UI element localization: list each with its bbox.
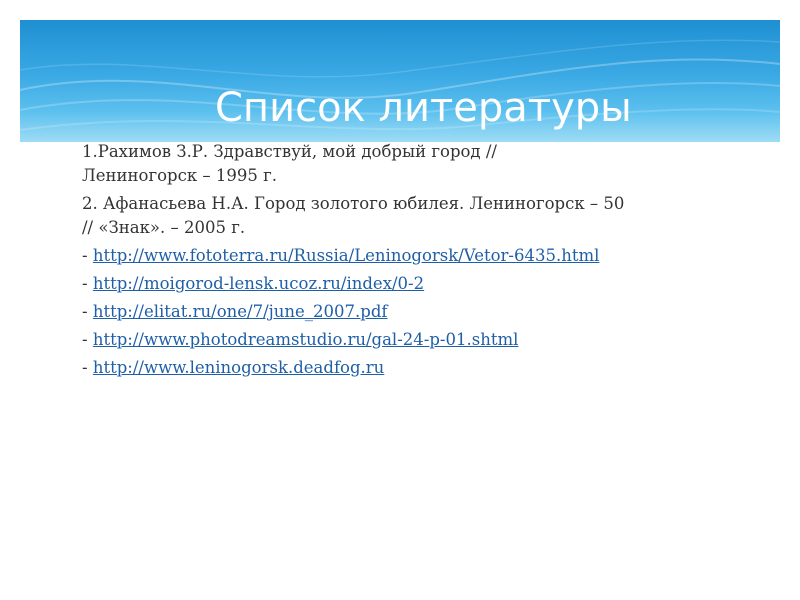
book-reference-2-line-1: 2. Афанасьева Н.А. Город золотого юбилея… [82, 194, 625, 213]
slide-title: Список литературы [215, 85, 632, 131]
reference-list: 1.Рахимов З.Р. Здравствуй, мой добрый го… [82, 140, 742, 380]
book-reference-2-line-2: // «Знак». – 2005 г. [82, 218, 246, 237]
web-reference: - http://elitat.ru/one/7/june_2007.pdf [82, 300, 742, 324]
book-reference-1-line-2: Лениногорск – 1995 г. [82, 166, 278, 185]
list-dash: - [82, 330, 93, 349]
link-photodreamstudio[interactable]: http://www.photodreamstudio.ru/gal-24-p-… [93, 330, 519, 349]
link-moigorod[interactable]: http://moigorod-lensk.ucoz.ru/index/0-2 [93, 274, 424, 293]
web-reference: - http://www.photodreamstudio.ru/gal-24-… [82, 328, 742, 352]
link-elitat[interactable]: http://elitat.ru/one/7/june_2007.pdf [93, 302, 388, 321]
book-reference-1-line-1: 1.Рахимов З.Р. Здравствуй, мой добрый го… [82, 142, 497, 161]
book-reference-2: 2. Афанасьева Н.А. Город золотого юбилея… [82, 192, 742, 240]
list-dash: - [82, 358, 93, 377]
link-fototerra[interactable]: http://www.fototerra.ru/Russia/Leninogor… [93, 246, 600, 265]
link-deadfog[interactable]: http://www.leninogorsk.deadfog.ru [93, 358, 384, 377]
header-band: Список литературы [20, 20, 780, 142]
list-dash: - [82, 274, 93, 293]
list-dash: - [82, 302, 93, 321]
list-dash: - [82, 246, 93, 265]
slide: Список литературы 1.Рахимов З.Р. Здравст… [0, 0, 800, 600]
web-reference: - http://www.fototerra.ru/Russia/Leninog… [82, 244, 742, 268]
web-reference: - http://www.leninogorsk.deadfog.ru [82, 356, 742, 380]
web-reference: - http://moigorod-lensk.ucoz.ru/index/0-… [82, 272, 742, 296]
book-reference-1: 1.Рахимов З.Р. Здравствуй, мой добрый го… [82, 140, 742, 188]
